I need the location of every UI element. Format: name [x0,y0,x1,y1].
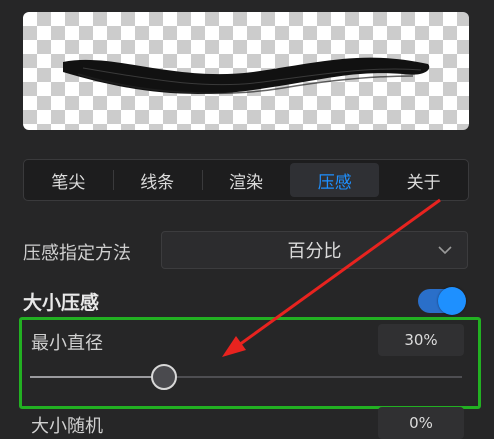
tab-brush-tip[interactable]: 笔尖 [24,160,113,200]
size-pressure-title: 大小压感 [23,292,100,314]
brush-preview [23,12,469,130]
size-random-label: 大小随机 [31,416,103,437]
tab-pressure[interactable]: 压感 [290,163,380,197]
size-pressure-toggle[interactable] [418,287,466,315]
min-diameter-value[interactable]: 30% [378,324,464,356]
pressure-mode-select[interactable]: 百分比 [161,231,468,269]
pressure-mode-value: 百分比 [287,241,342,262]
tab-rendering[interactable]: 渲染 [201,160,291,200]
chevron-down-icon [437,241,453,264]
min-diameter-slider[interactable] [30,364,462,390]
min-diameter-label: 最小直径 [31,333,103,354]
slider-fill [30,376,164,378]
size-random-value[interactable]: 0% [378,407,464,439]
pressure-mode-label: 压感指定方法 [23,243,131,264]
slider-thumb[interactable] [150,364,177,390]
tab-stroke[interactable]: 线条 [112,160,202,200]
toggle-knob [438,287,466,315]
brush-stroke-preview [63,57,430,95]
tab-about[interactable]: 关于 [379,160,468,200]
tab-bar: 笔尖 线条 渲染 压感 关于 [23,159,469,201]
